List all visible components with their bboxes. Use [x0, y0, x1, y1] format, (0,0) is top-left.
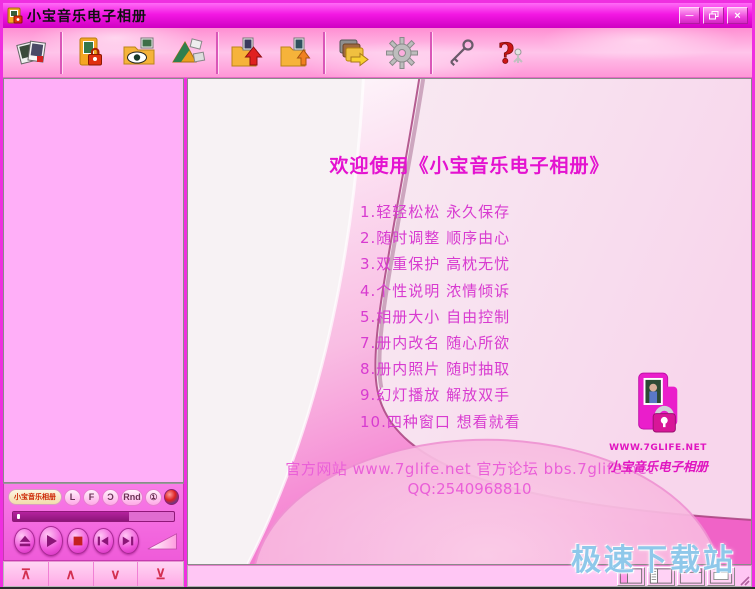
- progress-bar[interactable]: [12, 511, 175, 522]
- settings-button[interactable]: [381, 31, 423, 75]
- titlebar: 小宝音乐电子相册 ─ ×: [3, 3, 752, 28]
- feature-list: 1.轻轻松松 永久保存 2.随时调整 顺序由心 3.双重保护 高枕无忧 4.个性…: [360, 201, 521, 437]
- first-photo-button[interactable]: ⊼: [4, 562, 49, 586]
- mode-f-button[interactable]: F: [83, 489, 100, 506]
- left-column: 小宝音乐相册 L F Ɔ Rnd ①: [3, 78, 184, 587]
- feature-item: 9.幻灯播放 解放双手: [360, 384, 521, 410]
- close-button[interactable]: ×: [727, 7, 748, 24]
- photo-stack-icon: [14, 35, 50, 71]
- import-folder-icon: [228, 35, 264, 71]
- toolbar-separator: [323, 32, 325, 74]
- track-one-button[interactable]: ①: [145, 489, 162, 506]
- player-panel: 小宝音乐相册 L F Ɔ Rnd ①: [3, 483, 184, 561]
- site-watermark: 极速下载站: [571, 535, 736, 579]
- feature-item: 8.册内照片 随时抽取: [360, 358, 521, 384]
- toolbar: ?: [3, 28, 752, 78]
- previous-icon: [96, 534, 110, 548]
- previous-button[interactable]: [93, 528, 114, 554]
- album-overview-button[interactable]: [11, 31, 53, 75]
- close-icon: ×: [734, 9, 740, 23]
- photo-nav-bar: ⊼ ∧ ∨ ⊻: [3, 561, 184, 587]
- key-icon: [442, 35, 478, 71]
- color-sphere-button[interactable]: [164, 489, 179, 505]
- slideshow-icon: [170, 35, 206, 71]
- toolbar-separator: [216, 32, 218, 74]
- eject-button[interactable]: [14, 528, 35, 554]
- stop-icon: [71, 534, 85, 548]
- toolbar-separator: [60, 32, 62, 74]
- album-list-panel[interactable]: [3, 78, 184, 483]
- feature-item: 10.四种窗口 想看就看: [360, 411, 521, 437]
- app-icon: [7, 7, 23, 25]
- svg-text:?: ?: [498, 37, 514, 70]
- welcome-title: 欢迎使用《小宝音乐电子相册》: [188, 151, 751, 178]
- album-lock-icon: [72, 35, 108, 71]
- resize-grip[interactable]: [737, 567, 750, 586]
- play-icon: [43, 533, 59, 549]
- browse-album-button[interactable]: [118, 31, 160, 75]
- progress-marker[interactable]: [17, 514, 20, 519]
- feature-item: 4.个性说明 浓情倾诉: [360, 280, 521, 306]
- last-photo-button[interactable]: ⊻: [138, 562, 183, 586]
- next-icon: [121, 534, 135, 548]
- toolbar-separator: [430, 32, 432, 74]
- window-controls: ─ ×: [679, 7, 748, 24]
- feature-item: 3.双重保护 高枕无忧: [360, 253, 521, 279]
- help-question-icon: ?: [491, 35, 527, 71]
- help-button[interactable]: ?: [488, 31, 530, 75]
- gear-icon: [384, 35, 420, 71]
- brand-logo: WWW.7GLIFE.NET 小宝音乐电子相册: [599, 371, 717, 475]
- lock-album-button[interactable]: [69, 31, 111, 75]
- restore-window-icon: [709, 11, 719, 20]
- content-area: 小宝音乐相册 L F Ɔ Rnd ①: [3, 78, 752, 587]
- window-title: 小宝音乐电子相册: [27, 6, 679, 26]
- next-button[interactable]: [118, 528, 139, 554]
- logo-caption: 小宝音乐电子相册: [599, 456, 717, 475]
- previous-photo-button[interactable]: ∧: [49, 562, 94, 586]
- slideshow-button[interactable]: [167, 31, 209, 75]
- move-cards-icon: [335, 35, 371, 71]
- next-photo-button[interactable]: ∨: [94, 562, 139, 586]
- export-folder-icon: [277, 35, 313, 71]
- play-button[interactable]: [39, 526, 63, 556]
- logo-url: WWW.7GLIFE.NET: [599, 443, 717, 453]
- repeat-button[interactable]: Ɔ: [102, 489, 119, 506]
- player-mode-row: 小宝音乐相册 L F Ɔ Rnd ①: [8, 487, 179, 507]
- browse-eye-icon: [121, 35, 157, 71]
- random-button[interactable]: Rnd: [121, 489, 143, 506]
- stop-button[interactable]: [67, 528, 88, 554]
- eject-icon: [18, 534, 32, 548]
- transport-row: [8, 525, 179, 556]
- export-photos-button[interactable]: [274, 31, 316, 75]
- restore-button[interactable]: [703, 7, 724, 24]
- album-lock-logo-icon: [631, 371, 685, 437]
- minimize-button[interactable]: ─: [679, 7, 700, 24]
- volume-wedge-icon[interactable]: [147, 530, 177, 552]
- feature-item: 7.册内改名 随心所欲: [360, 332, 521, 358]
- album-title-button[interactable]: 小宝音乐相册: [8, 489, 62, 505]
- progress-fill: [13, 512, 129, 521]
- qq-line: QQ:2540968810: [188, 480, 751, 498]
- resize-grip-icon: [738, 574, 750, 586]
- mode-l-button[interactable]: L: [64, 489, 81, 506]
- feature-item: 1.轻轻松松 永久保存: [360, 201, 521, 227]
- main-view: 欢迎使用《小宝音乐电子相册》 1.轻轻松松 永久保存 2.随时调整 顺序由心 3…: [187, 78, 752, 565]
- right-column: 欢迎使用《小宝音乐电子相册》 1.轻轻松松 永久保存 2.随时调整 顺序由心 3…: [187, 78, 752, 587]
- import-photos-button[interactable]: [225, 31, 267, 75]
- feature-item: 2.随时调整 顺序由心: [360, 227, 521, 253]
- move-album-button[interactable]: [332, 31, 374, 75]
- feature-item: 5.相册大小 自由控制: [360, 306, 521, 332]
- password-button[interactable]: [439, 31, 481, 75]
- minimize-icon: ─: [686, 9, 694, 23]
- app-window: 小宝音乐电子相册 ─ ×: [0, 0, 755, 589]
